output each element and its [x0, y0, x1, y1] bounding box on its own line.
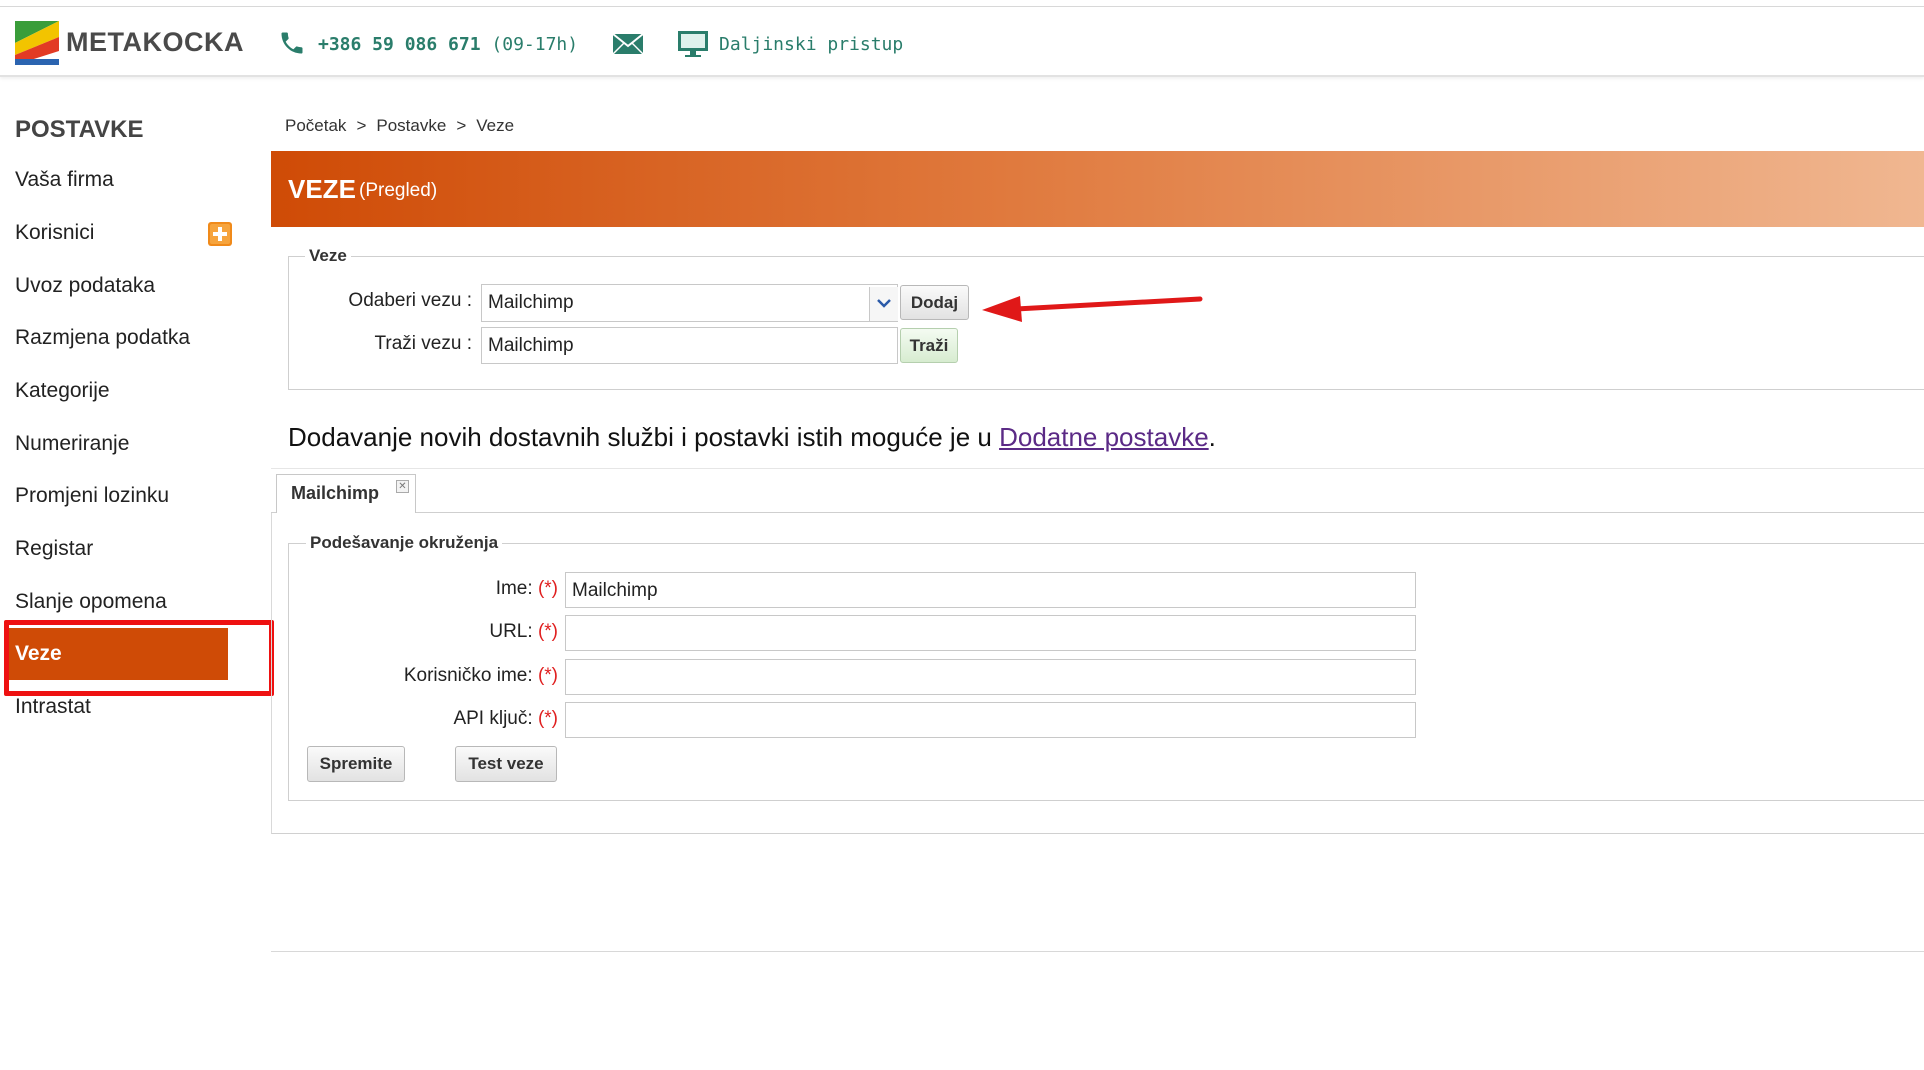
header-bar: METAKOCKA +386 59 086 671 (09-17h) Dalji… [0, 7, 1924, 77]
red-arrow-annotation [982, 296, 1203, 322]
sidebar-item-uvoz-podataka[interactable]: Uvoz podataka [15, 274, 155, 298]
veze-legend: Veze [305, 246, 351, 266]
name-field[interactable]: Mailchimp [565, 572, 1416, 608]
plus-icon[interactable] [208, 222, 232, 246]
connection-select-value: Mailchimp [488, 292, 574, 313]
sidebar-item-kategorije[interactable]: Kategorije [15, 379, 110, 403]
sidebar-item-numeriranje[interactable]: Numeriranje [15, 432, 129, 456]
info-text-body: Dodavanje novih dostavnih službi i posta… [288, 422, 1000, 452]
name-field-value: Mailchimp [572, 580, 658, 601]
phone-icon [281, 32, 303, 54]
info-text: Dodavanje novih dostavnih službi i posta… [288, 422, 1216, 453]
breadcrumb: Početak > Postavke > Veze [285, 116, 514, 136]
url-label-text: URL: [489, 621, 533, 642]
required-mark: (*) [537, 621, 558, 642]
search-connection-input[interactable]: Mailchimp [481, 327, 898, 364]
info-text-end: . [1208, 422, 1216, 452]
sidebar-title: POSTAVKE [15, 116, 144, 143]
select-connection-label: Odaberi vezu : [348, 290, 472, 311]
sidebar-item-razmjena-podatka[interactable]: Razmjena podatka [15, 326, 190, 350]
sidebar-item-vasa-firma[interactable]: Vaša firma [15, 168, 114, 192]
sidebar-item-intrastat[interactable]: Intrastat [15, 695, 91, 719]
chevron-down-icon[interactable] [869, 287, 898, 321]
breadcrumb-separator: > [456, 116, 467, 135]
highlight-annotation-box [4, 620, 274, 696]
url-field[interactable] [565, 615, 1416, 651]
page-subtitle: (Pregled) [359, 180, 438, 201]
phone-hours: (09-17h) [491, 34, 579, 55]
settings-legend: Podešavanje okruženja [306, 533, 503, 553]
search-connection-label: Traži vezu : [374, 333, 473, 354]
footer-divider [271, 951, 1924, 952]
additional-settings-link[interactable]: Dodatne postavke [999, 422, 1209, 452]
sidebar-item-korisnici[interactable]: Korisnici [15, 221, 94, 245]
username-label: Korisničko ime: (*) [300, 665, 558, 687]
phone-number[interactable]: +386 59 086 671 (09-17h) [318, 34, 578, 55]
page-banner [271, 151, 1924, 227]
add-connection-button[interactable]: Dodaj [900, 285, 969, 320]
required-mark: (*) [537, 708, 558, 729]
name-label-text: Ime: [495, 578, 533, 599]
tab-strip-top-line [271, 468, 1924, 469]
sidebar-item-registar[interactable]: Registar [15, 537, 93, 561]
api-key-label-text: API ključ: [453, 708, 533, 729]
phone-number-text: +386 59 086 671 [318, 34, 481, 55]
sidebar-item-promjeni-lozinku[interactable]: Promjeni lozinku [15, 484, 169, 508]
breadcrumb-postavke[interactable]: Postavke [376, 116, 446, 135]
breadcrumb-veze: Veze [476, 116, 515, 135]
name-label: Ime: (*) [300, 578, 558, 600]
sidebar-item-slanje-opomena[interactable]: Slanje opomena [15, 590, 167, 614]
username-label-text: Korisničko ime: [403, 665, 533, 686]
connection-select[interactable]: Mailchimp [481, 284, 898, 322]
api-key-label: API ključ: (*) [300, 708, 558, 730]
required-mark: (*) [537, 578, 558, 599]
close-icon[interactable]: ✕ [396, 480, 409, 493]
remote-access-link[interactable]: Daljinski pristup [719, 34, 903, 55]
required-mark: (*) [537, 665, 558, 686]
save-button[interactable]: Spremite [307, 746, 405, 782]
mail-icon[interactable] [612, 33, 644, 55]
username-field[interactable] [565, 659, 1416, 695]
api-key-field[interactable] [565, 702, 1416, 738]
search-connection-value: Mailchimp [488, 335, 574, 356]
search-button[interactable]: Traži [900, 328, 958, 363]
logo-text[interactable]: METAKOCKA [66, 27, 244, 58]
url-label: URL: (*) [300, 621, 558, 643]
tab-mailchimp-label[interactable]: Mailchimp [291, 483, 379, 504]
test-connection-button[interactable]: Test veze [455, 746, 557, 782]
breadcrumb-home[interactable]: Početak [285, 116, 346, 135]
monitor-icon [678, 31, 708, 57]
breadcrumb-separator: > [356, 116, 367, 135]
metakocka-logo-icon[interactable] [15, 21, 59, 65]
page-title: VEZE [288, 174, 356, 204]
